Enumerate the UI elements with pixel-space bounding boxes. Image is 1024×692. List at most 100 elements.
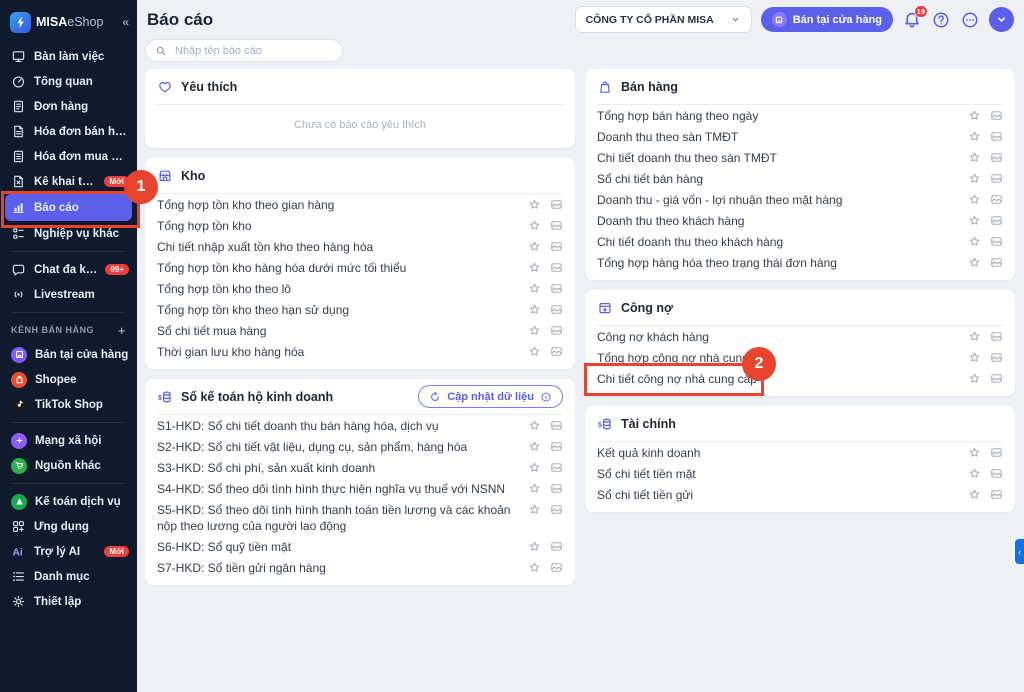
favorite-star-icon[interactable] [968,467,981,480]
preview-icon[interactable] [550,419,563,432]
sidebar-item-chat-da-kenh[interactable]: Chat đa kênh 99+ [0,257,137,282]
preview-icon[interactable] [550,561,563,574]
favorite-star-icon[interactable] [968,446,981,459]
favorite-star-icon[interactable] [528,240,541,253]
favorite-star-icon[interactable] [528,561,541,574]
report-row-s6-hkd-so-quy-tien-mat[interactable]: S6-HKD: Sổ quỹ tiền mặt [157,536,563,557]
sidebar-item-bao-cao[interactable]: Báo cáo [5,194,132,221]
preview-icon[interactable] [550,303,563,316]
favorite-star-icon[interactable] [528,324,541,337]
sidebar-item-ban-lam-viec[interactable]: Bàn làm việc [0,44,137,69]
collapse-sidebar-button[interactable]: « [122,15,129,29]
preview-icon[interactable] [550,540,563,553]
preview-icon[interactable] [550,324,563,337]
sidebar-item-tong-quan[interactable]: Tổng quan [0,69,137,94]
favorite-star-icon[interactable] [528,282,541,295]
preview-icon[interactable] [990,172,1003,185]
add-channel-button[interactable]: + [118,323,126,338]
favorite-star-icon[interactable] [968,193,981,206]
report-row-tong-hop-ton-kho-theo-han-su-dung[interactable]: Tổng hợp tồn kho theo hạn sử dụng [157,299,563,320]
preview-icon[interactable] [550,503,563,516]
sidebar-item-ung-dung[interactable]: Ứng dụng [0,514,137,539]
favorite-star-icon[interactable] [968,235,981,248]
favorite-star-icon[interactable] [528,198,541,211]
report-search[interactable] [145,39,343,62]
report-row-cong-no-khach-hang[interactable]: Công nợ khách hàng [597,326,1003,347]
favorite-star-icon[interactable] [968,330,981,343]
preview-icon[interactable] [990,351,1003,364]
store-sale-button[interactable]: Bán tại cửa hàng [760,7,893,32]
favorite-star-icon[interactable] [968,172,981,185]
preview-icon[interactable] [550,282,563,295]
report-row-doanh-thu-gia-von-loi-nhuan-theo-mat-hang[interactable]: Doanh thu - giá vốn - lợi nhuận theo mặt… [597,189,1003,210]
preview-icon[interactable] [550,482,563,495]
report-row-tong-hop-ton-kho-theo-gian-hang[interactable]: Tổng hợp tồn kho theo gian hàng [157,194,563,215]
report-row-so-chi-tiet-mua-hang[interactable]: Sổ chi tiết mua hàng [157,320,563,341]
report-row-tong-hop-ton-kho[interactable]: Tổng hợp tồn kho [157,215,563,236]
favorite-star-icon[interactable] [528,482,541,495]
preview-icon[interactable] [550,345,563,358]
sidebar-item-ke-khai-thue[interactable]: Kê khai thuế Mới [0,169,137,194]
sidebar-item-don-hang[interactable]: Đơn hàng [0,94,137,119]
report-row-so-chi-tiet-ban-hang[interactable]: Sổ chi tiết bán hàng [597,168,1003,189]
preview-icon[interactable] [990,488,1003,501]
sidebar-item-mang-xa-hoi[interactable]: Mạng xã hội [0,428,137,453]
notifications-bell-icon[interactable]: 19 [902,4,928,30]
update-data-button[interactable]: Cập nhật dữ liệu [418,385,563,408]
sidebar-item-nguon-khac[interactable]: Nguồn khác [0,453,137,478]
report-row-chi-tiet-nhap-xuat-ton-kho-theo-hang-hoa[interactable]: Chi tiết nhập xuất tồn kho theo hàng hóa [157,236,563,257]
preview-icon[interactable] [990,214,1003,227]
favorite-star-icon[interactable] [968,214,981,227]
favorite-star-icon[interactable] [528,345,541,358]
preview-icon[interactable] [990,330,1003,343]
preview-icon[interactable] [550,219,563,232]
preview-icon[interactable] [990,446,1003,459]
preview-icon[interactable] [990,256,1003,269]
preview-icon[interactable] [990,193,1003,206]
report-row-tong-hop-ban-hang-theo-ngay[interactable]: Tổng hợp bán hàng theo ngày [597,105,1003,126]
sidebar-item-thiet-lap[interactable]: Thiết lập [0,589,137,614]
sidebar-item-nghiep-vu-khac[interactable]: Nghiệp vụ khác [0,221,137,246]
favorite-star-icon[interactable] [968,109,981,122]
favorite-star-icon[interactable] [528,219,541,232]
favorite-star-icon[interactable] [528,261,541,274]
preview-icon[interactable] [990,467,1003,480]
report-row-tong-hop-ton-kho-hang-hoa-duoi-muc-toi-thieu[interactable]: Tổng hợp tồn kho hàng hóa dưới mức tối t… [157,257,563,278]
report-row-doanh-thu-theo-khach-hang[interactable]: Doanh thu theo khách hàng [597,210,1003,231]
report-row-chi-tiet-doanh-thu-theo-khach-hang[interactable]: Chi tiết doanh thu theo khách hàng [597,231,1003,252]
favorite-star-icon[interactable] [968,130,981,143]
report-row-tong-hop-cong-no-nha-cung-cap[interactable]: Tổng hợp công nợ nhà cung cấp [597,347,1003,368]
more-options-icon[interactable] [960,10,980,30]
report-row-so-chi-tiet-tien-mat[interactable]: Sổ chi tiết tiền mặt [597,463,1003,484]
report-row-chi-tiet-cong-no-nha-cung-cap[interactable]: Chi tiết công nợ nhà cung cấp [597,368,1003,389]
report-row-doanh-thu-theo-san-tmdt[interactable]: Doanh thu theo sàn TMĐT [597,126,1003,147]
help-icon[interactable] [931,10,951,30]
report-row-s3-hkd-so-chi-phi-san-xuat-kinh-doanh[interactable]: S3-HKD: Sổ chi phí, sản xuất kinh doanh [157,457,563,478]
report-row-s2-hkd-so-chi-tiet-vat-lieu-dung-cu-san-pham-hang-hoa[interactable]: S2-HKD: Sổ chi tiết vật liệu, dụng cụ, s… [157,436,563,457]
favorite-star-icon[interactable] [968,151,981,164]
favorite-star-icon[interactable] [528,461,541,474]
favorite-star-icon[interactable] [968,351,981,364]
preview-icon[interactable] [550,240,563,253]
sidebar-item-ke-toan-dich-vu[interactable]: Kế toán dịch vụ [0,489,137,514]
preview-icon[interactable] [550,198,563,211]
preview-icon[interactable] [990,235,1003,248]
favorite-star-icon[interactable] [968,372,981,385]
sidebar-item-livestream[interactable]: Livestream [0,282,137,307]
favorite-star-icon[interactable] [528,503,541,516]
company-select[interactable]: CÔNG TY CỔ PHẦN MISA [574,6,752,33]
preview-icon[interactable] [990,109,1003,122]
report-row-so-chi-tiet-tien-gui[interactable]: Sổ chi tiết tiền gửi [597,484,1003,505]
sidebar-item-tiktok-shop[interactable]: TikTok Shop [0,392,137,417]
sidebar-item-tro-ly-ai[interactable]: Ai Trợ lý AI Mới [0,539,137,564]
favorite-star-icon[interactable] [528,419,541,432]
preview-icon[interactable] [550,461,563,474]
report-row-s7-hkd-so-tien-gui-ngan-hang[interactable]: S7-HKD: Sổ tiền gửi ngân hàng [157,557,563,578]
favorite-star-icon[interactable] [528,440,541,453]
report-row-thoi-gian-luu-kho-hang-hoa[interactable]: Thời gian lưu kho hàng hóa [157,341,563,362]
sidebar-item-hoa-don-ban-hang[interactable]: Hóa đơn bán hàng [0,119,137,144]
preview-icon[interactable] [550,261,563,274]
preview-icon[interactable] [990,130,1003,143]
panel-collapse-tab[interactable]: ‹ [1015,539,1024,564]
preview-icon[interactable] [990,151,1003,164]
